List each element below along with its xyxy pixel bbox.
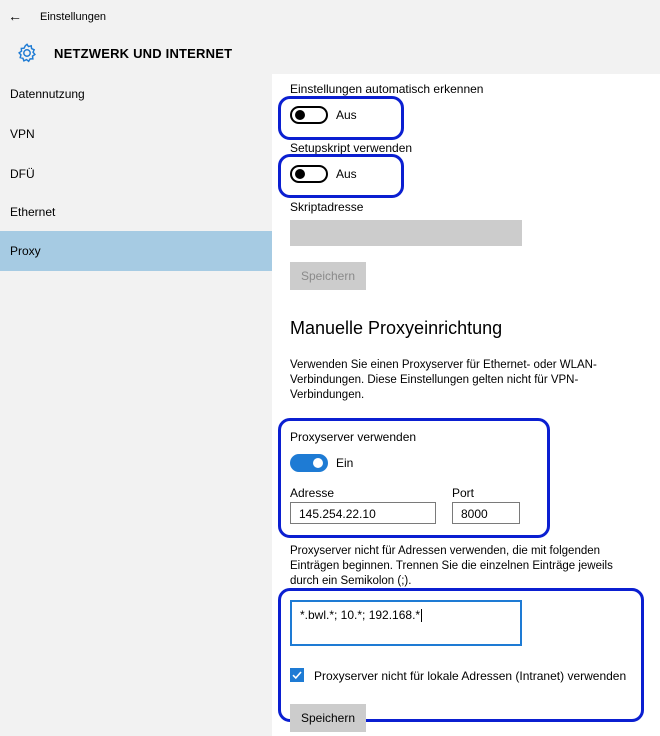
setup-script-label: Setupskript verwenden xyxy=(290,141,413,155)
manual-proxy-description: Verwenden Sie einen Proxyserver für Ethe… xyxy=(290,359,597,401)
proxy-settings-panel: Einstellungen automatisch erkennen Aus S… xyxy=(272,74,660,736)
proxy-port-input[interactable]: 8000 xyxy=(452,502,520,524)
sidebar-item-dfu[interactable]: DFÜ xyxy=(0,154,272,194)
sidebar-item-proxy[interactable]: Proxy xyxy=(0,231,272,271)
exceptions-input[interactable]: *.bwl.*; 10.*; 192.168.* xyxy=(290,600,522,646)
proxy-address-input[interactable]: 145.254.22.10 xyxy=(290,502,436,524)
sidebar-item-label: Proxy xyxy=(10,244,41,258)
local-bypass-checkbox[interactable] xyxy=(290,668,304,682)
proxy-address-label: Adresse xyxy=(290,486,335,500)
use-proxy-toggle[interactable] xyxy=(290,454,328,472)
gear-icon xyxy=(18,43,36,63)
proxy-port-label: Port xyxy=(452,486,475,500)
checkmark-icon xyxy=(292,671,302,680)
auto-detect-state: Aus xyxy=(336,108,357,122)
exceptions-description: Proxyserver nicht für Adressen verwenden… xyxy=(290,545,613,587)
setup-script-state: Aus xyxy=(336,167,357,181)
text-caret xyxy=(421,609,423,623)
save-proxy-button[interactable]: Speichern xyxy=(290,704,366,732)
auto-detect-toggle[interactable] xyxy=(290,106,328,124)
title-bar: ← Einstellungen xyxy=(0,0,660,34)
sidebar-item-vpn[interactable]: VPN xyxy=(0,114,272,154)
exceptions-value: *.bwl.*; 10.*; 192.168.* xyxy=(300,608,421,622)
page-title: NETZWERK UND INTERNET xyxy=(54,46,233,61)
script-address-input[interactable] xyxy=(290,220,522,246)
setup-script-toggle[interactable] xyxy=(290,165,328,183)
use-proxy-state: Ein xyxy=(336,456,354,470)
sidebar-item-label: DFÜ xyxy=(10,167,35,181)
use-proxy-label: Proxyserver verwenden xyxy=(290,430,417,444)
page-header: NETZWERK UND INTERNET xyxy=(0,34,660,74)
back-arrow-icon[interactable]: ← xyxy=(8,8,22,24)
sidebar-item-label: Datennutzung xyxy=(10,87,85,101)
manual-proxy-title: Manuelle Proxyeinrichtung xyxy=(290,318,503,338)
sidebar-item-ethernet[interactable]: Ethernet xyxy=(0,192,272,232)
save-script-button[interactable]: Speichern xyxy=(290,262,366,290)
sidebar-item-label: VPN xyxy=(10,127,35,141)
sidebar: Datennutzung VPN DFÜ Ethernet Proxy xyxy=(0,74,272,736)
sidebar-item-label: Ethernet xyxy=(10,205,56,219)
sidebar-item-datennutzung[interactable]: Datennutzung xyxy=(0,74,272,114)
auto-detect-label: Einstellungen automatisch erkennen xyxy=(290,82,484,96)
window-title: Einstellungen xyxy=(40,11,107,23)
local-bypass-label: Proxyserver nicht für lokale Adressen (I… xyxy=(314,669,627,683)
script-address-label: Skriptadresse xyxy=(290,200,364,214)
